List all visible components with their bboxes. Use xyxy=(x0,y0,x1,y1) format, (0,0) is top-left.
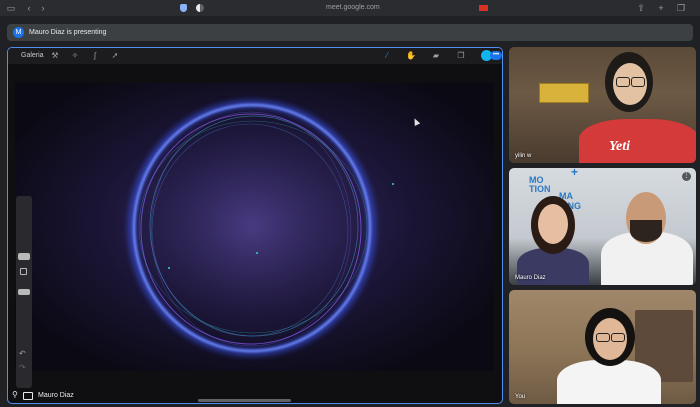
tabs-icon[interactable]: ❐ xyxy=(676,3,686,13)
audio-indicator-icon: ••• xyxy=(490,51,502,60)
brush-icon[interactable]: ⁄ xyxy=(382,51,392,61)
shield-icon[interactable] xyxy=(180,4,187,12)
participant-face xyxy=(538,204,568,244)
selection-icon[interactable]: ∫ xyxy=(90,51,100,61)
undo-icon[interactable]: ↶ xyxy=(19,349,26,358)
participant-tile[interactable]: MO TION MA PING + ⋮ Mauro Diaz xyxy=(509,168,696,285)
wall-text: + xyxy=(571,168,579,179)
tile-footer: ⚲ Mauro Diaz xyxy=(8,389,502,403)
presenting-banner: M Mauro Diaz is presenting xyxy=(7,24,693,41)
shirt-text: Yeti xyxy=(609,139,630,154)
participant-tile[interactable]: You xyxy=(509,290,696,404)
background-sign xyxy=(539,83,589,103)
participant-name: yilin w xyxy=(515,153,532,159)
forward-icon[interactable]: › xyxy=(38,3,48,13)
presenter-avatar: M xyxy=(13,27,24,38)
url-text[interactable]: meet.google.com xyxy=(326,3,380,13)
participant-name: You xyxy=(515,394,526,400)
recording-icon xyxy=(479,5,488,11)
participant-name: Mauro Diaz xyxy=(515,275,546,281)
glowing-circle-drawing xyxy=(128,100,394,356)
glasses xyxy=(611,333,625,342)
wall-text: TION xyxy=(529,184,551,194)
eyedropper-icon[interactable] xyxy=(20,268,27,275)
reader-icon[interactable] xyxy=(196,4,204,12)
presenting-text: Mauro Diaz is presenting xyxy=(29,29,107,36)
participant-tile[interactable]: Yeti yilin w xyxy=(509,47,696,163)
address-bar[interactable]: meet.google.com xyxy=(178,3,508,13)
more-options-icon[interactable]: ⋮ xyxy=(682,172,691,181)
scroll-indicator xyxy=(198,399,291,402)
brush-size-slider[interactable] xyxy=(18,253,30,260)
participant-body xyxy=(579,119,696,163)
participant-beard xyxy=(630,220,662,242)
pin-icon[interactable]: ⚲ xyxy=(12,391,18,399)
magic-wand-icon[interactable]: ✧ xyxy=(70,51,80,61)
eraser-icon[interactable]: ▰ xyxy=(431,51,441,61)
app-toolbar: Galeria ⚒ ✧ ∫ ➚ ⁄ ✋ ▰ ❐ ••• xyxy=(8,48,502,64)
participant-body xyxy=(557,360,661,404)
opacity-slider[interactable] xyxy=(18,289,30,295)
glasses xyxy=(596,333,610,342)
glasses xyxy=(631,77,645,87)
layers-icon[interactable]: ❐ xyxy=(456,51,466,61)
share-icon[interactable]: ⇧ xyxy=(636,3,646,13)
back-icon[interactable]: ‹ xyxy=(24,3,34,13)
brush-size-sidebar: ↶ ↷ xyxy=(16,196,32,388)
transform-icon[interactable]: ➚ xyxy=(110,51,120,61)
new-tab-icon[interactable]: + xyxy=(656,3,666,13)
presenter-name-label: Mauro Diaz xyxy=(38,392,74,399)
redo-icon[interactable]: ↷ xyxy=(19,363,26,372)
shared-screen-tile[interactable]: Galeria ⚒ ✧ ∫ ➚ ⁄ ✋ ▰ ❐ ••• ↶ ↷ ⚲ Mauro … xyxy=(7,47,503,404)
wrench-icon[interactable]: ⚒ xyxy=(50,51,60,61)
present-screen-icon xyxy=(23,392,33,400)
drawing-canvas[interactable] xyxy=(15,83,494,371)
browser-toolbar: ▭ ‹ › meet.google.com ⇧ + ❐ xyxy=(0,0,700,16)
smudge-icon[interactable]: ✋ xyxy=(406,51,416,61)
glasses xyxy=(616,77,630,87)
sidebar-icon[interactable]: ▭ xyxy=(6,3,16,13)
gallery-button[interactable]: Galeria xyxy=(21,48,44,64)
